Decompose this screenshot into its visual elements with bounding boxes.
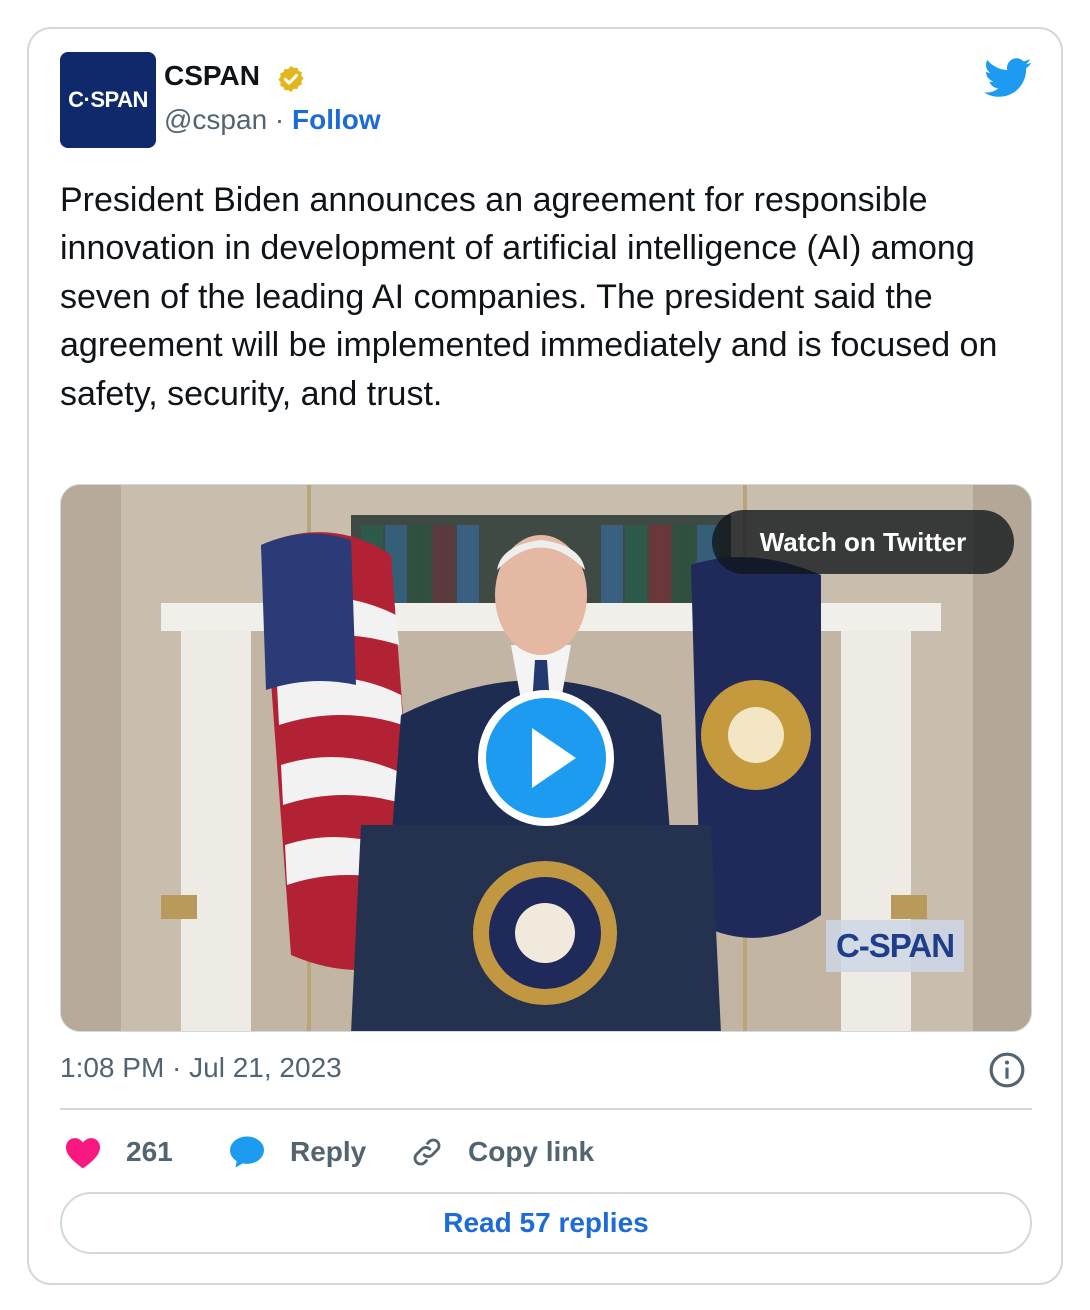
- avatar-logo-text: C·SPAN: [68, 87, 148, 112]
- read-replies-button[interactable]: Read 57 replies: [60, 1192, 1032, 1254]
- watch-on-twitter-button[interactable]: Watch on Twitter: [712, 510, 1014, 574]
- like-action[interactable]: 261: [64, 1130, 173, 1174]
- tweet-text: President Biden announces an agreement f…: [60, 181, 998, 413]
- link-icon: [413, 1138, 441, 1166]
- tweet-timestamp[interactable]: 1:08 PM · Jul 21, 2023: [60, 1052, 342, 1084]
- divider: [60, 1108, 1032, 1110]
- verified-badge-icon: [278, 65, 304, 93]
- cspan-watermark: C-SPAN: [826, 920, 964, 972]
- author-handle[interactable]: @cspan: [164, 104, 267, 135]
- copy-link-button[interactable]: Copy link: [410, 1130, 594, 1174]
- reply-button[interactable]: Reply: [228, 1130, 366, 1174]
- podium: [351, 825, 721, 1031]
- author-name[interactable]: CSPAN: [164, 60, 260, 92]
- heart-icon: [66, 1138, 100, 1169]
- like-count: 261: [126, 1136, 173, 1167]
- read-replies-label: Read 57 replies: [443, 1207, 649, 1238]
- follow-button[interactable]: Follow: [292, 104, 381, 135]
- reply-bubble-icon: [230, 1136, 264, 1168]
- info-icon[interactable]: [988, 1051, 1026, 1089]
- twitter-bird-icon[interactable]: [984, 58, 1032, 98]
- play-icon[interactable]: [478, 690, 614, 826]
- reply-label: Reply: [290, 1136, 367, 1167]
- avatar[interactable]: C·SPAN: [60, 52, 156, 148]
- handle-row: @cspan · Follow: [164, 104, 381, 136]
- copy-link-label: Copy link: [468, 1136, 595, 1167]
- handle-separator: ·: [267, 104, 293, 135]
